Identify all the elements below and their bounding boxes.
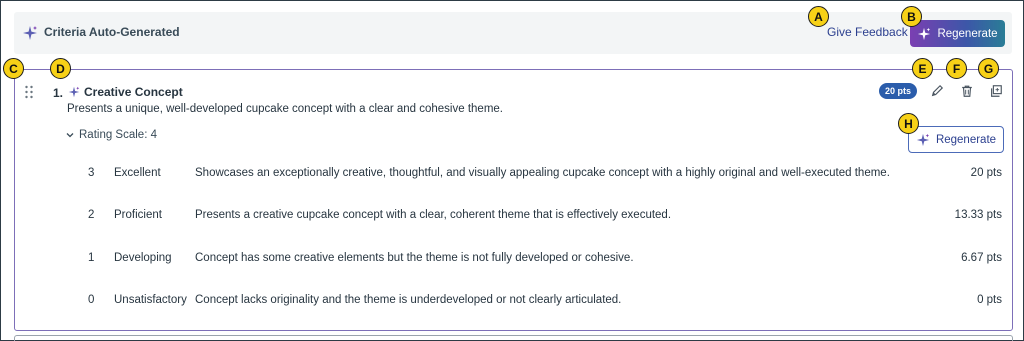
rating-row: 0 Unsatisfactory Concept lacks originali… [15, 292, 1012, 312]
rating-row: 1 Developing Concept has some creative e… [15, 250, 1012, 270]
criterion-card: 1. Creative Concept Presents a unique, w… [14, 69, 1013, 331]
rating-score: 0 [88, 294, 95, 306]
callout-f: F [946, 58, 967, 79]
rating-description: Concept has some creative elements but t… [195, 252, 634, 264]
callout-h: H [898, 113, 919, 134]
regenerate-all-label: Regenerate [937, 27, 998, 40]
pencil-icon [931, 84, 944, 97]
header-title: Criteria Auto-Generated [44, 25, 180, 39]
trash-icon [962, 85, 972, 97]
rating-label: Unsatisfactory [114, 294, 187, 306]
duplicate-criterion-button[interactable] [987, 82, 1005, 100]
rating-label: Excellent [114, 167, 161, 179]
rating-points: 13.33 pts [954, 209, 1002, 221]
rating-description: Presents a creative cupcake concept with… [195, 209, 672, 221]
rating-row: 2 Proficient Presents a creative cupcake… [15, 207, 1012, 227]
chevron-down-icon [66, 133, 74, 138]
criterion-title: Creative Concept [84, 85, 183, 99]
rating-scale-toggle[interactable]: Rating Scale: 4 [65, 129, 157, 141]
callout-b: B [901, 6, 922, 27]
rating-score: 2 [88, 209, 95, 221]
sparkle-icon [68, 86, 80, 98]
rating-row: 3 Excellent Showcases an exceptionally c… [15, 165, 1012, 185]
points-badge: 20 pts [879, 83, 918, 99]
duplicate-icon [991, 85, 1002, 97]
rating-points: 0 pts [977, 294, 1002, 306]
rating-points: 20 pts [970, 167, 1002, 179]
sparkle-icon [916, 133, 930, 146]
regenerate-all-button[interactable]: Regenerate [910, 20, 1005, 47]
rating-description: Showcases an exceptionally creative, tho… [195, 167, 890, 179]
criterion-description: Presents a unique, well-developed cupcak… [67, 103, 503, 115]
delete-criterion-button[interactable] [958, 82, 976, 100]
rating-label: Proficient [114, 209, 162, 221]
callout-e: E [912, 58, 933, 79]
rating-points: 6.67 pts [961, 252, 1002, 264]
criterion-number: 1. [53, 86, 64, 100]
next-criterion-card-edge [14, 335, 1013, 341]
sparkle-icon [23, 26, 37, 40]
rating-scale-label: Rating Scale: 4 [79, 129, 157, 141]
rating-label: Developing [114, 252, 172, 264]
regenerate-criterion-label: Regenerate [935, 133, 997, 146]
drag-handle-icon[interactable] [24, 85, 34, 99]
sparkle-icon [918, 27, 931, 40]
rating-score: 1 [88, 252, 95, 264]
give-feedback-link[interactable]: Give Feedback [827, 25, 908, 39]
callout-a: A [808, 6, 829, 27]
rating-score: 3 [88, 167, 95, 179]
callout-c: C [3, 58, 24, 79]
edit-criterion-button[interactable] [928, 82, 946, 100]
callout-g: G [978, 58, 999, 79]
regenerate-criterion-button[interactable]: Regenerate [908, 126, 1004, 153]
callout-d: D [50, 58, 71, 79]
rating-description: Concept lacks originality and the theme … [195, 294, 622, 306]
